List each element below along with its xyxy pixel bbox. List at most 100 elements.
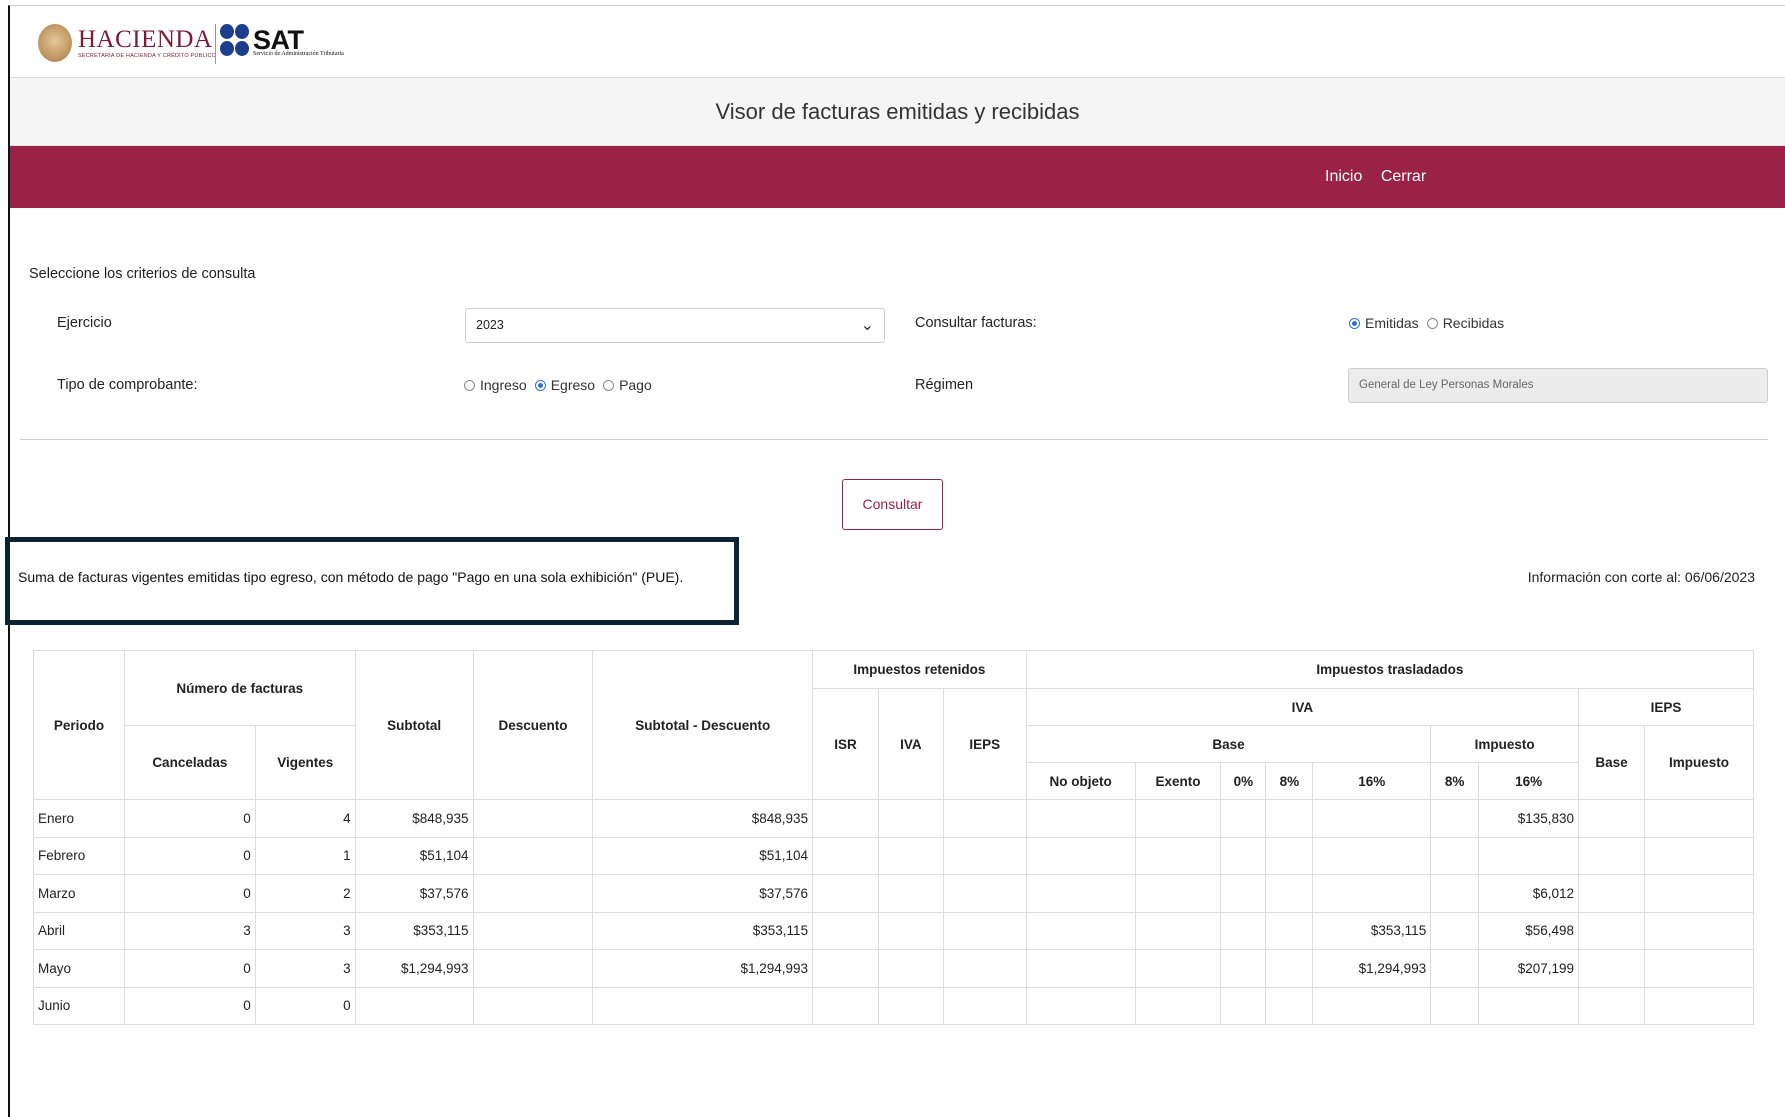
th-base-8: 8% — [1265, 762, 1314, 800]
cell-base16 — [1312, 874, 1432, 913]
cell-empty — [1265, 799, 1314, 838]
cell-empty — [1430, 874, 1480, 913]
cell-descuento — [472, 874, 594, 913]
th-impuestos-retenidos: Impuestos retenidos — [812, 650, 1027, 689]
top-header: HACIENDA SECRETARÍA DE HACIENDA Y CRÉDIT… — [10, 6, 1785, 78]
summary-text: Suma de facturas vigentes emitidas tipo … — [18, 569, 684, 585]
cell-imp16 — [1478, 986, 1580, 1025]
cell-vigentes: 1 — [254, 836, 356, 875]
th-impuesto-8: 8% — [1430, 762, 1480, 800]
cell-empty — [1134, 911, 1222, 950]
cell-empty — [1265, 949, 1314, 988]
cell-empty — [1134, 836, 1222, 875]
national-seal-icon — [38, 24, 72, 62]
cell-empty — [812, 836, 879, 875]
cell-descuento — [472, 799, 594, 838]
cell-subtotal-descuento: $51,104 — [592, 836, 814, 875]
cell-empty — [812, 949, 879, 988]
cell-imp16: $135,830 — [1478, 799, 1580, 838]
hacienda-title: HACIENDA — [78, 26, 213, 53]
radio-recibidas[interactable] — [1426, 317, 1438, 329]
cell-periodo: Junio — [33, 986, 125, 1025]
cell-empty — [1430, 799, 1480, 838]
cell-empty — [1643, 799, 1755, 838]
form-heading: Seleccione los criterios de consulta — [29, 266, 256, 282]
consultar-button[interactable]: Consultar — [842, 479, 943, 530]
cell-subtotal: $1,294,993 — [354, 949, 474, 988]
cell-subtotal-descuento: $353,115 — [592, 911, 814, 950]
cell-canceladas: 0 — [123, 949, 256, 988]
cell-empty — [877, 949, 944, 988]
th-impuesto-16: 16% — [1478, 762, 1580, 800]
nav-bar: Inicio Cerrar — [10, 146, 1785, 208]
table-row: Mayo 0 3 $1,294,993 $1,294,993 $1,294,993 $207… — [33, 949, 1755, 988]
cell-empty — [1025, 986, 1136, 1025]
cell-base16 — [1312, 799, 1432, 838]
th-base-16: 16% — [1312, 762, 1432, 800]
cell-empty — [1265, 836, 1314, 875]
cell-empty — [942, 799, 1027, 838]
radio-egreso[interactable] — [534, 379, 546, 391]
radio-ingreso[interactable] — [464, 379, 475, 391]
radio-ingreso-label: Ingreso — [480, 377, 527, 393]
cell-descuento — [472, 911, 594, 950]
cell-base16: $1,294,993 — [1312, 949, 1432, 988]
th-iva-base: Base — [1025, 725, 1432, 763]
nav-inicio-link[interactable]: Inicio — [1325, 168, 1362, 185]
table-row: Enero 0 4 $848,935 $848,935 $135,830 — [33, 799, 1755, 838]
cell-empty — [812, 911, 879, 950]
cell-empty — [1220, 799, 1267, 838]
hacienda-subtitle: SECRETARÍA DE HACIENDA Y CRÉDITO PÚBLICO — [78, 53, 217, 59]
radio-egreso-label: Egreso — [550, 377, 596, 393]
cell-base16: $353,115 — [1312, 911, 1432, 950]
cell-imp16 — [1478, 836, 1580, 875]
cell-empty — [942, 874, 1027, 913]
cell-empty — [1134, 799, 1222, 838]
cell-empty — [1643, 836, 1755, 875]
radio-recibidas-label: Recibidas — [1442, 315, 1505, 331]
cell-subtotal-descuento: $848,935 — [592, 799, 814, 838]
logo-divider — [215, 24, 216, 64]
cell-empty — [877, 874, 944, 913]
cell-empty — [1578, 799, 1645, 838]
sat-logo[interactable]: SAT Servicio de Administración Tributari… — [220, 24, 344, 58]
cell-descuento — [472, 836, 594, 875]
cell-empty — [1643, 874, 1755, 913]
cell-empty — [942, 986, 1027, 1025]
th-iva-impuesto: Impuesto — [1430, 725, 1580, 763]
cell-subtotal — [354, 986, 474, 1025]
facturas-table: Periodo Número de facturas Subtotal Desc… — [33, 650, 1755, 1025]
ejercicio-select[interactable]: 2023 ⌄ — [465, 308, 885, 343]
hacienda-logo[interactable]: HACIENDA SECRETARÍA DE HACIENDA Y CRÉDIT… — [38, 24, 216, 62]
th-periodo: Periodo — [33, 650, 125, 800]
th-ieps-base: Base — [1578, 725, 1645, 800]
corte-date: Información con corte al: 06/06/2023 — [1527, 569, 1755, 585]
cell-empty — [1430, 986, 1480, 1025]
cell-base16 — [1312, 836, 1432, 875]
table-row: Marzo 0 2 $37,576 $37,576 $6,012 — [33, 874, 1755, 913]
th-iva-trasladado: IVA — [1025, 688, 1580, 726]
cell-empty — [1134, 874, 1222, 913]
cell-empty — [812, 986, 879, 1025]
radio-pago[interactable] — [603, 379, 615, 391]
regimen-label: Régimen — [915, 377, 974, 393]
cell-subtotal: $353,115 — [354, 911, 474, 950]
th-vigentes: Vigentes — [254, 725, 356, 800]
cell-subtotal-descuento: $37,576 — [592, 874, 814, 913]
sat-subtitle: Servicio de Administración Tributaria — [253, 51, 344, 57]
cell-empty — [1134, 949, 1222, 988]
cell-periodo: Marzo — [33, 874, 125, 913]
cell-periodo: Enero — [33, 799, 125, 838]
cell-vigentes: 3 — [254, 949, 356, 988]
cell-canceladas: 0 — [123, 874, 256, 913]
radio-emitidas[interactable] — [1349, 317, 1360, 329]
ejercicio-value: 2023 — [476, 318, 504, 332]
cell-empty — [1430, 911, 1480, 950]
cell-empty — [1578, 911, 1645, 950]
nav-cerrar-link[interactable]: Cerrar — [1381, 168, 1426, 185]
cell-empty — [812, 874, 879, 913]
cell-empty — [1220, 836, 1267, 875]
cell-subtotal: $37,576 — [354, 874, 474, 913]
th-subtotal: Subtotal — [354, 650, 474, 800]
cell-empty — [1265, 911, 1314, 950]
